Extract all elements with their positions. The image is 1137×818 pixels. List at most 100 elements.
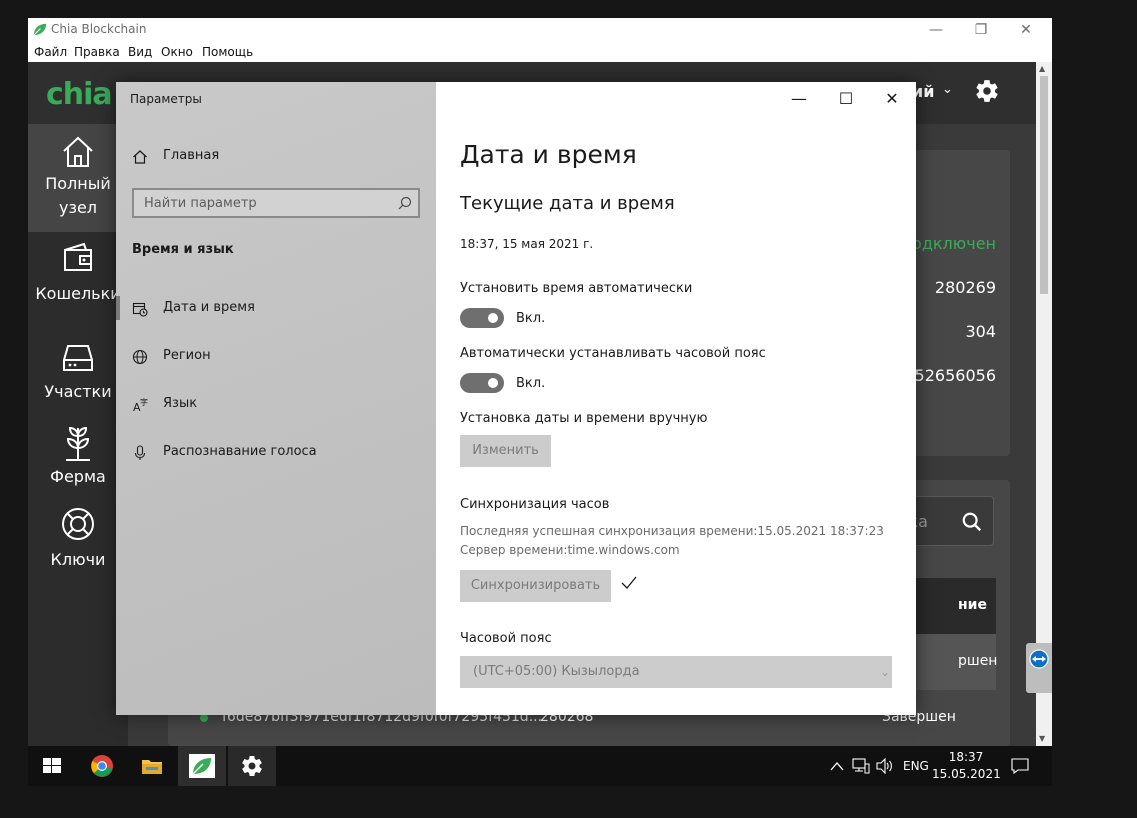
sidebar-label-keys: Ключи	[50, 550, 106, 569]
start-button[interactable]	[28, 746, 76, 786]
page-title: Дата и время	[460, 140, 637, 169]
maximize-button[interactable]: ☐	[831, 88, 861, 110]
calendar-clock-icon	[132, 302, 148, 317]
sync-now-button[interactable]: Синхронизировать	[460, 570, 611, 602]
scroll-down-arrow-icon[interactable]: ▼	[1039, 734, 1045, 743]
chia-sidebar: Полный узел Кошельки Участки Ферма Ключи	[28, 124, 128, 746]
volume-icon[interactable]	[876, 758, 894, 774]
teamviewer-icon	[1029, 649, 1049, 669]
change-button[interactable]: Изменить	[460, 435, 551, 467]
chia-titlebar: Chia Blockchain — ❐ ✕	[28, 18, 1052, 42]
search-icon[interactable]	[398, 196, 412, 210]
settings-nav-label: Распознавание голоса	[163, 444, 317, 459]
minimize-button[interactable]: —	[784, 88, 814, 110]
sidebar-label-wallets: Кошельки	[35, 284, 121, 303]
section-current-datetime: Текущие дата и время	[460, 193, 675, 214]
status-dot	[200, 714, 208, 722]
clock-time[interactable]: 18:37	[938, 750, 994, 764]
windows-logo-icon	[43, 758, 61, 773]
settings-nav-label: Дата и время	[163, 300, 255, 315]
timezone-header: Часовой пояс	[460, 631, 552, 646]
chia-menubar: Файл Правка Вид Окно Помощь	[28, 42, 1052, 62]
chevron-down-icon: ⌄	[879, 665, 890, 679]
auto-time-label: Установить время автоматически	[460, 281, 693, 296]
chrome-icon	[91, 755, 113, 777]
taskbar-chrome[interactable]	[78, 746, 126, 786]
globe-icon	[132, 349, 148, 365]
settings-window: Параметры Главная Время и язык	[116, 82, 916, 715]
scrollbar-thumb[interactable]	[1040, 76, 1048, 294]
microphone-icon	[134, 445, 146, 460]
sidebar-label-full-node-2: узел	[58, 198, 98, 217]
chia-logo: chia	[46, 77, 113, 112]
connection-status: одключен	[912, 234, 996, 253]
auto-timezone-state: Вкл.	[516, 376, 546, 391]
settings-nav-label: Регион	[163, 348, 211, 363]
settings-search-box[interactable]	[132, 188, 420, 218]
notification-icon[interactable]	[1011, 758, 1029, 774]
wallet-icon	[64, 242, 92, 271]
folder-icon	[142, 760, 162, 774]
menu-view[interactable]: Вид	[128, 45, 152, 59]
close-button[interactable]: ✕	[877, 88, 907, 110]
tray-chevron-up-icon[interactable]	[830, 760, 844, 772]
language-indicator[interactable]: ENG	[903, 759, 929, 773]
hard-drive-icon	[63, 345, 93, 371]
peak-value: 304	[965, 322, 996, 341]
menu-help[interactable]: Помощь	[202, 45, 253, 59]
sync-clock-header: Синхронизация часов	[460, 497, 610, 512]
home-icon	[63, 136, 93, 167]
taskbar-file-explorer[interactable]	[128, 746, 176, 786]
chia-leaf-icon	[33, 23, 47, 36]
chevron-down-icon[interactable]: ⌄	[942, 82, 953, 97]
menu-file[interactable]: Файл	[34, 45, 67, 59]
menu-window[interactable]: Окно	[161, 45, 193, 59]
auto-time-state: Вкл.	[516, 311, 546, 326]
settings-section-title: Время и язык	[132, 242, 234, 257]
space-value: 752656056	[904, 366, 996, 385]
close-button[interactable]: ✕	[1016, 20, 1036, 40]
header-status-fragment: ние	[958, 597, 987, 613]
active-indicator	[116, 296, 120, 320]
taskbar-chia[interactable]	[178, 746, 226, 786]
settings-nav-pane: Параметры Главная Время и язык	[116, 82, 436, 715]
network-icon[interactable]	[852, 758, 870, 774]
auto-timezone-toggle[interactable]	[460, 373, 504, 393]
block-height: 280269	[934, 278, 996, 297]
sidebar-item-keys[interactable]: Ключи	[28, 498, 128, 606]
gear-icon	[242, 756, 262, 777]
gear-icon[interactable]	[974, 78, 1000, 104]
chia-leaf-icon	[189, 754, 215, 778]
timezone-dropdown[interactable]: (UTC+05:00) Кызылорда ⌄	[460, 656, 892, 688]
restore-button[interactable]: ❐	[971, 20, 991, 40]
minimize-button[interactable]: —	[926, 20, 946, 40]
home-icon	[133, 150, 147, 164]
search-icon[interactable]	[961, 511, 983, 533]
sidebar-item-wallets[interactable]: Кошельки	[28, 232, 128, 340]
checkmark-icon	[621, 576, 637, 589]
teamviewer-panel-tab[interactable]	[1026, 643, 1052, 693]
row-status: ршен	[958, 653, 998, 669]
settings-home-label: Главная	[163, 148, 220, 163]
svg-text:字: 字	[140, 397, 148, 407]
manual-datetime-label: Установка даты и времени вручную	[460, 411, 708, 426]
sidebar-label-plots: Участки	[44, 382, 112, 401]
settings-nav-label: Язык	[163, 396, 198, 411]
scroll-up-arrow-icon[interactable]: ▲	[1039, 64, 1045, 73]
clock-date[interactable]: 15.05.2021	[932, 767, 1001, 781]
language-icon: A 字	[133, 397, 148, 413]
settings-window-title: Параметры	[130, 92, 202, 106]
auto-timezone-label: Автоматически устанавливать часовой пояс	[460, 346, 766, 361]
chia-window-title: Chia Blockchain	[51, 22, 147, 36]
current-datetime-value: 18:37, 15 мая 2021 г.	[460, 237, 594, 251]
settings-search-input[interactable]	[134, 190, 384, 216]
lifebuoy-icon	[62, 508, 94, 540]
settings-content-pane: — ☐ ✕ Дата и время Текущие дата и время …	[436, 82, 916, 715]
plant-icon	[66, 426, 90, 461]
menu-edit[interactable]: Правка	[74, 45, 120, 59]
sidebar-label-full-node-1: Полный	[45, 174, 111, 193]
taskbar-settings[interactable]	[228, 746, 276, 786]
sidebar-item-full-node[interactable]: Полный узел	[28, 124, 128, 232]
auto-time-toggle[interactable]	[460, 308, 504, 328]
time-server-text: Сервер времени:time.windows.com	[460, 543, 680, 557]
